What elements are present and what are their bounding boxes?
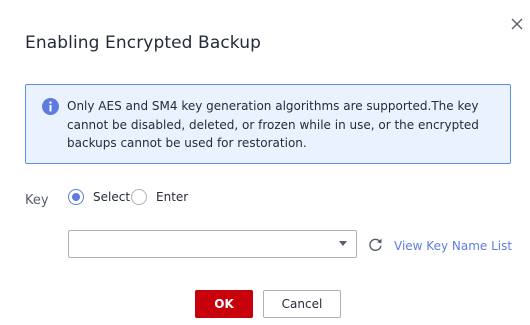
- radio-enter[interactable]: Enter: [131, 188, 188, 206]
- radio-select-circle[interactable]: [68, 189, 84, 205]
- close-icon[interactable]: [508, 15, 526, 33]
- key-label: Key: [25, 193, 49, 208]
- view-key-name-list-link[interactable]: View Key Name List: [394, 239, 512, 253]
- ok-button[interactable]: OK: [195, 290, 253, 318]
- refresh-icon[interactable]: [368, 237, 383, 252]
- dialog-title: Enabling Encrypted Backup: [25, 33, 261, 53]
- notice-text: Only AES and SM4 key generation algorith…: [67, 99, 479, 150]
- cancel-button[interactable]: Cancel: [263, 290, 341, 318]
- info-notice: Only AES and SM4 key generation algorith…: [25, 84, 511, 164]
- radio-select[interactable]: Select: [68, 188, 130, 206]
- chevron-down-icon: [339, 241, 347, 246]
- info-icon: [42, 98, 59, 115]
- key-select-dropdown[interactable]: [68, 230, 357, 258]
- radio-select-label: Select: [93, 190, 131, 204]
- encrypted-backup-dialog: Enabling Encrypted Backup Only AES and S…: [0, 0, 530, 325]
- radio-enter-label: Enter: [156, 190, 189, 204]
- radio-enter-circle[interactable]: [131, 189, 147, 205]
